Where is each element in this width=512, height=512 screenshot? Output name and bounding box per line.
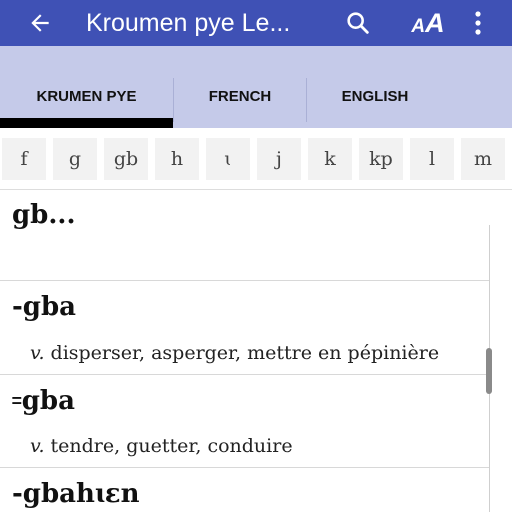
definition-text: tendre, guetter, conduire [50, 435, 293, 457]
arrow-left-icon [31, 14, 49, 32]
alphabet-divider [0, 189, 512, 190]
letter-button[interactable]: kp [359, 138, 403, 180]
divider [0, 374, 490, 375]
tab-french[interactable]: FRENCH [174, 60, 306, 128]
letter-button[interactable]: j [257, 138, 301, 180]
tab-label: ENGLISH [341, 88, 409, 105]
tab-label: KRUMEN PYE [36, 88, 137, 105]
search-icon [347, 12, 369, 34]
page-title: Kroumen pye Le... [86, 9, 291, 37]
letter-button[interactable]: m [461, 138, 505, 180]
tab-bar-top [0, 46, 512, 60]
divider [0, 467, 490, 468]
entry-headword[interactable]: -gbahɩɛn [12, 479, 140, 509]
letter-button[interactable]: gb [104, 138, 148, 180]
letter-button[interactable]: ɩ [206, 138, 250, 180]
letter-button[interactable]: h [155, 138, 199, 180]
entry-definition[interactable]: v. tendre, guetter, conduire [30, 435, 293, 457]
entry-definition[interactable]: v. disperser, asperger, mettre en pépiniè… [30, 342, 439, 364]
more-vert-icon [475, 11, 481, 35]
part-of-speech: v. [30, 435, 45, 457]
more-options-button[interactable] [462, 0, 494, 46]
font-size-button[interactable]: AA [404, 0, 452, 46]
part-of-speech: v. [30, 342, 45, 364]
letter-button[interactable]: f [2, 138, 46, 180]
section-header: gb... [12, 200, 76, 230]
entry-headword[interactable]: -gba [12, 292, 76, 322]
tab-english[interactable]: ENGLISH [307, 60, 443, 128]
letter-button[interactable]: g [53, 138, 97, 180]
app-bar: Kroumen pye Le... AA [0, 0, 512, 46]
search-button[interactable] [338, 0, 378, 46]
divider [0, 280, 490, 281]
scrollbar-thumb[interactable] [486, 348, 492, 394]
letter-button[interactable]: l [410, 138, 454, 180]
entry-headword[interactable]: ꞊gba [12, 386, 75, 416]
back-button[interactable] [18, 0, 62, 46]
letter-button[interactable]: k [308, 138, 352, 180]
font-size-icon: AA [411, 7, 445, 38]
active-tab-indicator [0, 118, 173, 128]
definition-text: disperser, asperger, mettre en pépinière [50, 342, 440, 364]
tab-label: FRENCH [208, 88, 272, 105]
